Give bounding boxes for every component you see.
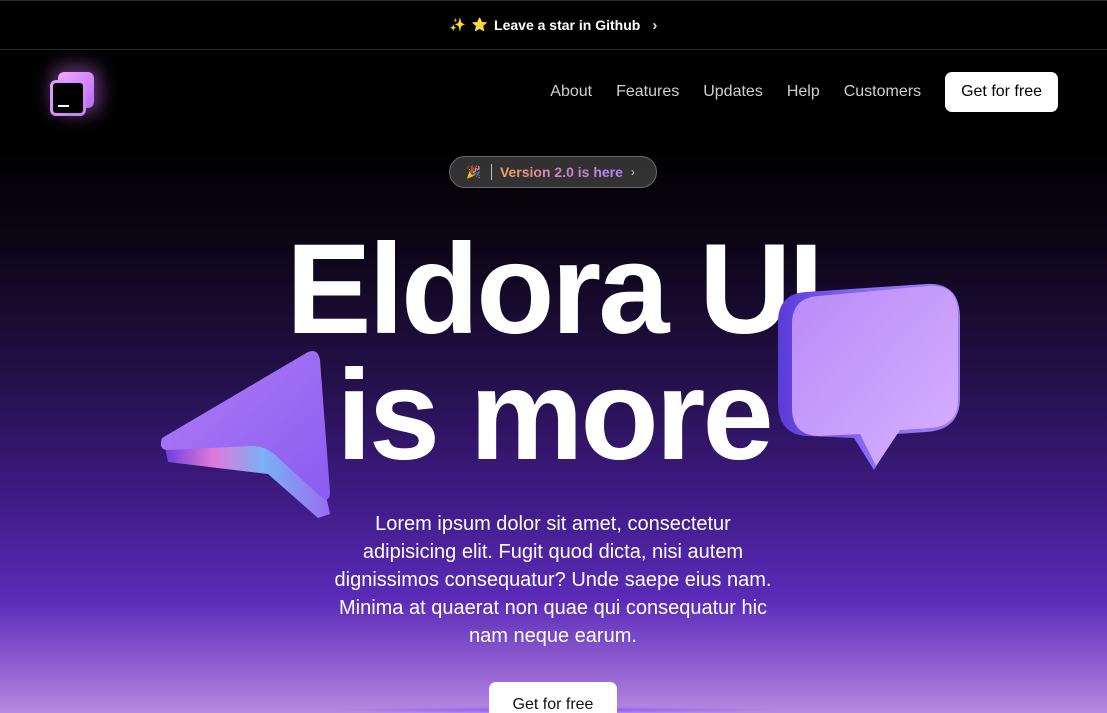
chevron-right-icon: › [630,165,635,179]
logo-front-layer [50,80,86,116]
version-announcement-pill[interactable]: 🎉 Version 2.0 is here › [449,156,657,188]
terminal-icon [53,83,83,113]
main-nav: About Features Updates Help Customers Ge… [550,72,1058,112]
3d-chat-bubble-icon [778,283,960,470]
get-for-free-button[interactable]: Get for free [945,72,1058,112]
nav-features[interactable]: Features [616,83,679,101]
nav-about[interactable]: About [550,83,592,101]
hero-get-for-free-button[interactable]: Get for free [489,682,617,713]
nav-updates[interactable]: Updates [703,83,763,101]
nav-customers[interactable]: Customers [844,83,921,101]
version-label: Version 2.0 is here [499,164,623,180]
3d-cursor-arrow-icon [160,351,330,518]
banner-label: Leave a star in Github [494,17,641,33]
pill-divider [490,164,492,180]
sparkles-icon: ✨ [449,17,466,32]
hero-description: Lorem ipsum dolor sit amet, consectetur … [334,513,772,647]
cursor-mark [58,105,69,107]
party-popper-icon: 🎉 [466,165,481,179]
github-star-banner[interactable]: ✨ ⭐ Leave a star in Github › [0,0,1107,50]
chevron-right-icon: › [652,16,658,34]
nav-help[interactable]: Help [787,83,820,101]
logo[interactable] [48,70,96,118]
star-icon: ⭐ [471,17,489,32]
